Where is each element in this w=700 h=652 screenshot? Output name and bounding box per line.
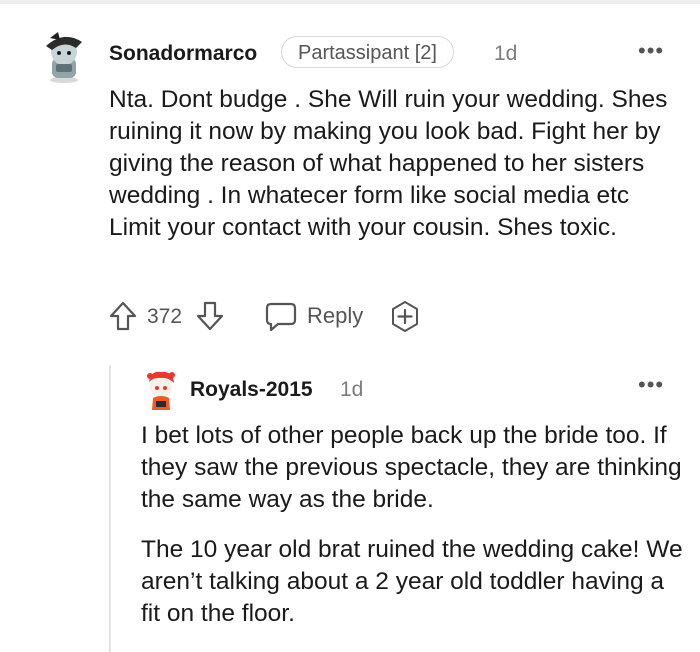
user-avatar[interactable] (36, 28, 92, 84)
comment-body: Nta. Dont budge . She Will ruin your wed… (109, 86, 668, 241)
reply-username[interactable]: Royals-2015 (190, 376, 313, 404)
reply-more-options-icon[interactable]: ••• (638, 374, 664, 396)
upvote-icon[interactable] (108, 300, 138, 332)
more-options-icon[interactable]: ••• (638, 40, 664, 62)
reply-user-avatar[interactable] (141, 368, 181, 412)
reply-paragraph: I bet lots of other people back up the b… (141, 422, 682, 513)
top-divider (0, 0, 700, 4)
downvote-icon[interactable] (195, 300, 225, 332)
comment-age: 1d (494, 42, 518, 65)
vote-score: 372 (147, 305, 183, 328)
thread-line[interactable] (109, 365, 111, 652)
award-plus-icon[interactable] (388, 300, 422, 334)
reply-button[interactable]: Reply (307, 302, 363, 330)
reply-icon[interactable] (264, 300, 298, 332)
reply-age: 1d (340, 378, 364, 401)
reply-paragraph: The 10 year old brat ruined the wedding … (141, 536, 683, 627)
comment-username[interactable]: Sonadormarco (109, 40, 257, 68)
user-flair: Partassipant [2] (281, 36, 454, 68)
